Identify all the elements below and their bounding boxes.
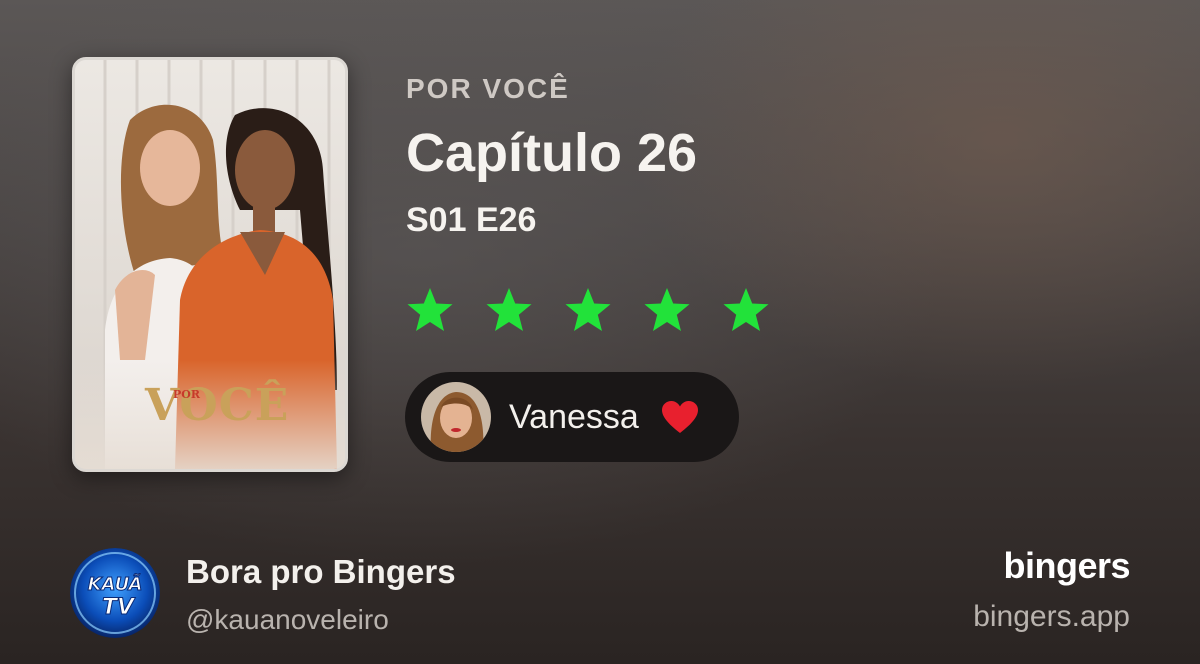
- episode-title: Capítulo 26: [406, 123, 698, 183]
- star-icon: [565, 288, 611, 331]
- poster-logo-large: VOCÊ: [145, 380, 290, 431]
- brand-logo[interactable]: bingers: [1003, 545, 1130, 587]
- avatar-text-top: KAUÃ: [88, 572, 143, 595]
- brand-url[interactable]: bingers.app: [973, 600, 1130, 634]
- reviewer-name: Vanessa: [509, 397, 639, 436]
- profile-avatar[interactable]: KAUÃ TV: [70, 548, 160, 638]
- show-name[interactable]: POR VOCÊ: [406, 73, 570, 105]
- star-icon: [644, 288, 690, 331]
- show-poster: POR VOCÊ: [72, 57, 348, 472]
- star-icon: [407, 288, 453, 331]
- star-icon: [723, 288, 769, 331]
- profile-handle[interactable]: @kauanoveleiro: [186, 604, 389, 636]
- reviewer-chip[interactable]: Vanessa: [405, 372, 739, 462]
- poster-logo: POR VOCÊ: [145, 380, 289, 431]
- star-rating: [406, 286, 770, 334]
- heart-icon: [661, 401, 698, 433]
- episode-code: S01 E26: [406, 201, 537, 239]
- poster-logo-small: POR: [173, 388, 200, 401]
- avatar-text-bottom: TV: [102, 595, 136, 620]
- profile-name[interactable]: Bora pro Bingers: [186, 553, 456, 591]
- reviewer-avatar: [421, 382, 491, 452]
- star-icon: [486, 288, 532, 331]
